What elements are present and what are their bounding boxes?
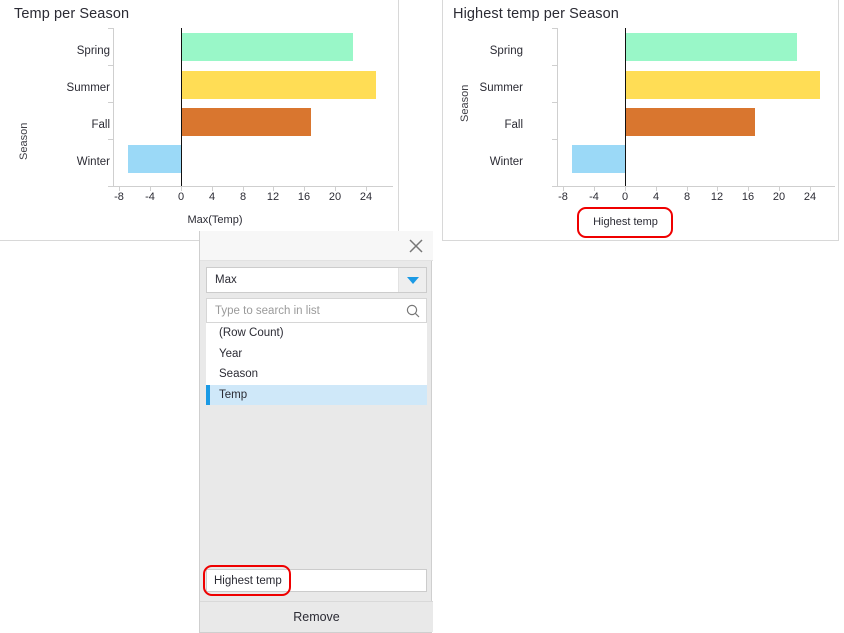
chevron-down-icon[interactable] [398, 268, 426, 292]
x-tick-label: 0 [621, 191, 629, 203]
y-tick [108, 139, 113, 140]
aggregation-dialog: Max Type to search in list (Row Count) Y… [199, 231, 433, 633]
x-axis-spine [113, 186, 393, 187]
plot-area-right: Season Spring Summer Fall Winter -8 -4 0… [443, 0, 838, 240]
column-list[interactable]: (Row Count) Year Season Temp [206, 323, 427, 405]
x-tick-label: -4 [589, 191, 599, 203]
y-tick [552, 28, 557, 29]
aggregation-select[interactable]: Max [206, 267, 427, 293]
dialog-header [200, 231, 433, 261]
x-tick-label: 16 [741, 191, 755, 203]
x-tick-label: 12 [266, 191, 280, 203]
x-axis-title: Highest temp [593, 216, 658, 228]
search-input[interactable]: Type to search in list [206, 298, 427, 323]
plot-area-left: Season Spring Summer Fall Winter -8 -4 0… [0, 0, 398, 240]
x-tick-label: 24 [803, 191, 817, 203]
chart-panel-temp-per-season: Temp per Season Season Spring Summer Fal… [0, 0, 399, 241]
bar-winter[interactable] [572, 145, 625, 173]
y-axis-spine [557, 28, 558, 186]
remove-button[interactable]: Remove [200, 601, 433, 632]
list-item[interactable]: (Row Count) [206, 323, 427, 344]
chart-panel-highest-temp-per-season: Highest temp per Season Season Spring Su… [442, 0, 839, 241]
x-tick-label: 20 [328, 191, 342, 203]
x-tick-label: -4 [145, 191, 155, 203]
aggregation-select-value: Max [215, 274, 237, 286]
bar-fall[interactable] [181, 108, 311, 136]
bar-winter[interactable] [128, 145, 181, 173]
screen: Temp per Season Season Spring Summer Fal… [0, 0, 844, 633]
y-tick [552, 102, 557, 103]
cat-label-winter: Winter [76, 156, 110, 168]
x-tick-label: 4 [652, 191, 660, 203]
bar-fall[interactable] [625, 108, 755, 136]
list-item-label: (Row Count) [219, 327, 284, 340]
y-axis-spine [113, 28, 114, 186]
y-tick [108, 28, 113, 29]
search-icon [400, 304, 426, 318]
x-tick-label: 24 [359, 191, 373, 203]
bar-spring[interactable] [625, 33, 797, 61]
x-tick-label: 8 [239, 191, 247, 203]
cat-label-summer: Summer [479, 82, 523, 94]
x-tick-label: 20 [772, 191, 786, 203]
list-item-label: Temp [219, 388, 248, 401]
x-axis-spine [557, 186, 835, 187]
zero-line [625, 28, 627, 186]
bar-summer[interactable] [181, 71, 376, 99]
bar-spring[interactable] [181, 33, 353, 61]
y-tick [108, 65, 113, 66]
x-tick-label: 12 [710, 191, 724, 203]
search-input-placeholder: Type to search in list [215, 304, 320, 317]
cat-label-fall: Fall [91, 119, 110, 131]
cat-label-spring: Spring [489, 45, 523, 57]
close-icon[interactable] [404, 234, 428, 258]
display-name-input[interactable]: Highest temp [206, 569, 427, 592]
y-tick [108, 102, 113, 103]
list-item[interactable]: Season [206, 364, 427, 385]
y-axis-title: Season [18, 122, 30, 160]
display-name-value: Highest temp [214, 574, 282, 587]
list-item-label: Season [219, 368, 259, 381]
x-axis-title: Max(Temp) [187, 214, 243, 226]
x-tick-label: -8 [558, 191, 568, 203]
bar-summer[interactable] [625, 71, 820, 99]
list-item-label: Year [219, 347, 243, 360]
x-tick-label: 0 [177, 191, 185, 203]
x-tick-label: 8 [683, 191, 691, 203]
y-tick [552, 139, 557, 140]
x-tick-label: -8 [114, 191, 124, 203]
cat-label-fall: Fall [504, 119, 523, 131]
y-tick [552, 65, 557, 66]
list-item-selected[interactable]: Temp [206, 384, 427, 405]
cat-label-spring: Spring [76, 45, 110, 57]
x-tick-label: 4 [208, 191, 216, 203]
cat-label-summer: Summer [66, 82, 110, 94]
cat-label-winter: Winter [489, 156, 523, 168]
remove-button-label: Remove [293, 610, 340, 624]
zero-line [181, 28, 183, 186]
x-tick-label: 16 [297, 191, 311, 203]
list-item[interactable]: Year [206, 343, 427, 364]
